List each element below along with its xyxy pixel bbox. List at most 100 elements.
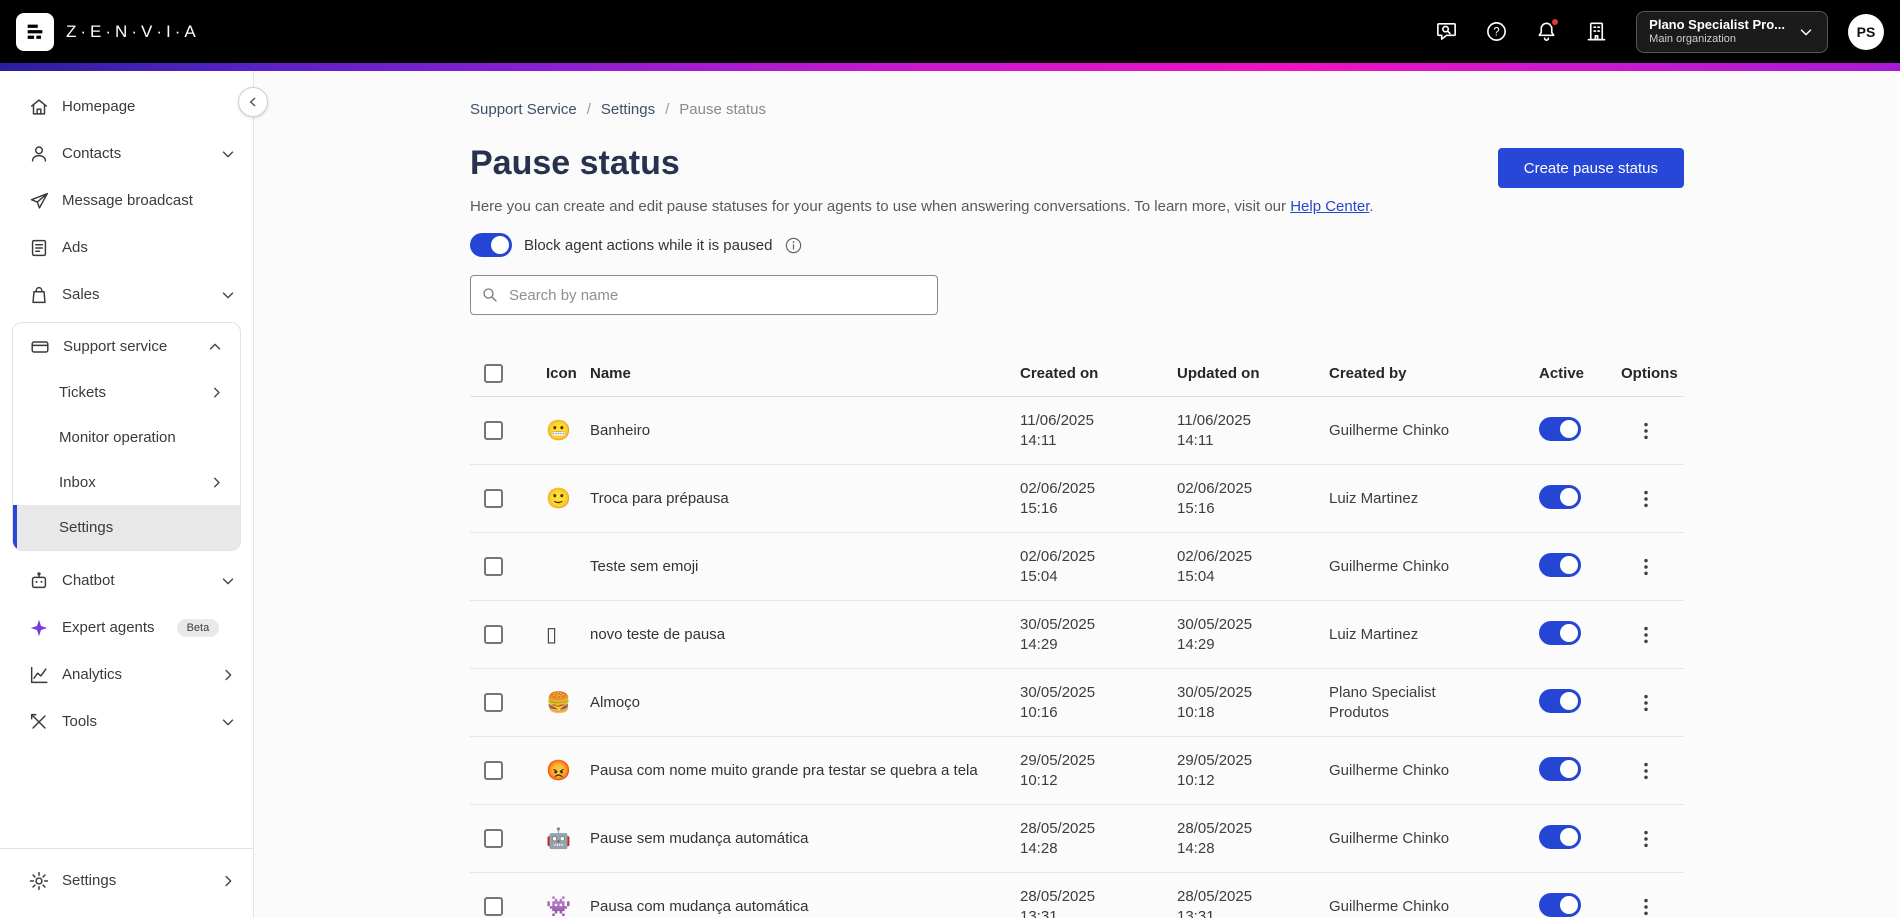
sidebar-subitem-label: Monitor operation <box>59 429 176 446</box>
kebab-menu-icon[interactable] <box>1635 828 1684 850</box>
conversations-icon[interactable] <box>1434 20 1458 44</box>
kebab-menu-icon[interactable] <box>1635 556 1684 578</box>
table-row: Teste sem emoji 02/06/2025 15:04 02/06/20… <box>470 533 1684 601</box>
help-icon[interactable]: ? <box>1484 20 1508 44</box>
table-row: 👾 Pausa com mudança automática 28/05/202… <box>470 873 1684 918</box>
updated-on-cell: 11/06/2025 14:11 <box>1177 411 1251 449</box>
sidebar-item-support-service[interactable]: Support service <box>13 323 240 370</box>
active-toggle[interactable] <box>1539 824 1581 849</box>
row-checkbox[interactable] <box>484 897 503 916</box>
sidebar-subitem-inbox[interactable]: Inbox <box>13 460 240 505</box>
table-row: 🤖 Pause sem mudança automática 28/05/202… <box>470 805 1684 873</box>
active-toggle[interactable] <box>1539 552 1581 577</box>
send-icon <box>28 190 50 212</box>
info-icon[interactable] <box>784 236 803 255</box>
create-pause-status-button[interactable]: Create pause status <box>1497 148 1684 188</box>
active-toggle[interactable] <box>1539 756 1581 781</box>
sidebar-item-analytics[interactable]: Analytics <box>0 651 253 698</box>
created-by-cell: Luiz Martinez <box>1329 625 1419 643</box>
created-on-cell: 28/05/2025 13:31 <box>1020 887 1096 918</box>
updated-on-cell: 30/05/2025 14:29 <box>1177 615 1253 653</box>
active-toggle[interactable] <box>1539 416 1581 441</box>
chevron-right-icon <box>219 872 237 890</box>
sidebar-item-ads[interactable]: Ads <box>0 224 253 271</box>
chevron-right-icon <box>219 666 237 684</box>
search-input[interactable] <box>470 275 938 315</box>
row-checkbox[interactable] <box>484 557 503 576</box>
help-center-link[interactable]: Help Center <box>1290 198 1369 215</box>
created-on-cell: 30/05/2025 10:16 <box>1020 683 1096 721</box>
row-checkbox[interactable] <box>484 829 503 848</box>
sidebar-item-homepage[interactable]: Homepage <box>0 83 253 130</box>
pause-emoji-icon: 😬 <box>546 420 571 442</box>
active-toggle[interactable] <box>1539 484 1581 509</box>
pause-name: novo teste de pausa <box>590 625 726 643</box>
kebab-menu-icon[interactable] <box>1635 896 1684 918</box>
pause-status-table: Icon Name Created on Updated on Created … <box>470 351 1684 918</box>
support-service-icon <box>29 336 51 358</box>
sidebar-collapse-button[interactable] <box>238 87 268 117</box>
sidebar-item-settings[interactable]: Settings <box>0 857 253 904</box>
breadcrumb-settings[interactable]: Settings <box>601 101 655 118</box>
block-agent-actions-label: Block agent actions while it is paused <box>524 236 773 254</box>
updated-on-cell: 02/06/2025 15:16 <box>1177 479 1253 517</box>
header-updated-on: Updated on <box>1177 365 1260 382</box>
ads-icon <box>28 237 50 259</box>
active-toggle[interactable] <box>1539 620 1581 645</box>
sidebar-item-message-broadcast[interactable]: Message broadcast <box>0 177 253 224</box>
sparkle-icon <box>28 617 50 639</box>
sidebar-item-label: Message broadcast <box>62 192 193 209</box>
sidebar-subitem-monitor-operation[interactable]: Monitor operation <box>13 415 240 460</box>
sidebar-item-contacts[interactable]: Contacts <box>0 130 253 177</box>
header-icon: Icon <box>546 365 577 382</box>
sidebar-subitem-tickets[interactable]: Tickets <box>13 370 240 415</box>
active-toggle[interactable] <box>1539 688 1581 713</box>
updated-on-cell: 28/05/2025 14:28 <box>1177 819 1253 857</box>
home-icon <box>28 96 50 118</box>
breadcrumb-current: Pause status <box>679 101 766 118</box>
kebab-menu-icon[interactable] <box>1635 624 1684 646</box>
sidebar-subitem-label: Tickets <box>59 384 106 401</box>
header-created-by: Created by <box>1329 365 1407 382</box>
header-options: Options <box>1621 365 1678 382</box>
header-name: Name <box>590 365 631 382</box>
kebab-menu-icon[interactable] <box>1635 760 1684 782</box>
sidebar-item-label: Tools <box>62 713 98 730</box>
organization-selector-text: Plano Specialist Pro... Main organizatio… <box>1649 17 1785 47</box>
block-agent-actions-toggle[interactable] <box>470 233 512 257</box>
kebab-menu-icon[interactable] <box>1635 488 1684 510</box>
created-by-cell: Luiz Martinez <box>1329 489 1419 507</box>
table-row: 😬 Banheiro 11/06/2025 14:11 11/06/2025 14:… <box>470 397 1684 465</box>
sidebar-item-sales[interactable]: Sales <box>0 271 253 318</box>
row-checkbox[interactable] <box>484 761 503 780</box>
sidebar-item-expert-agents[interactable]: Expert agents Beta <box>0 604 253 651</box>
organization-selector[interactable]: Plano Specialist Pro... Main organizatio… <box>1636 10 1828 53</box>
sidebar-item-label: Analytics <box>62 666 123 683</box>
row-checkbox[interactable] <box>484 693 503 712</box>
sidebar-item-chatbot[interactable]: Chatbot <box>0 557 253 604</box>
pause-name: Pausa com nome muito grande pra testar s… <box>590 761 978 779</box>
kebab-menu-icon[interactable] <box>1635 692 1684 714</box>
sidebar: Homepage Contacts Message broadcast Ads <box>0 71 268 918</box>
created-by-cell: Guilherme Chinko <box>1329 421 1450 439</box>
row-checkbox[interactable] <box>484 489 503 508</box>
row-checkbox[interactable] <box>484 421 503 440</box>
breadcrumb-separator: / <box>665 101 670 118</box>
created-on-cell: 02/06/2025 15:04 <box>1020 547 1096 585</box>
pause-emoji-icon: 😡 <box>546 760 571 782</box>
organization-icon[interactable] <box>1584 20 1608 44</box>
created-by-cell: Guilherme Chinko <box>1329 829 1450 847</box>
main-content: Support Service / Settings / Pause statu… <box>254 71 1900 918</box>
sidebar-subitem-settings[interactable]: Settings <box>13 505 240 550</box>
analytics-icon <box>28 664 50 686</box>
breadcrumb-support-service[interactable]: Support Service <box>470 101 577 118</box>
table-row: 🍔 Almoço 30/05/2025 10:16 30/05/2025 10:18… <box>470 669 1684 737</box>
active-toggle[interactable] <box>1539 892 1581 917</box>
select-all-checkbox[interactable] <box>484 364 503 383</box>
sidebar-item-tools[interactable]: Tools <box>0 698 253 745</box>
kebab-menu-icon[interactable] <box>1635 420 1684 442</box>
user-avatar[interactable]: PS <box>1848 13 1884 50</box>
notifications-bell-icon[interactable] <box>1534 16 1561 44</box>
row-checkbox[interactable] <box>484 625 503 644</box>
tools-icon <box>28 711 50 733</box>
